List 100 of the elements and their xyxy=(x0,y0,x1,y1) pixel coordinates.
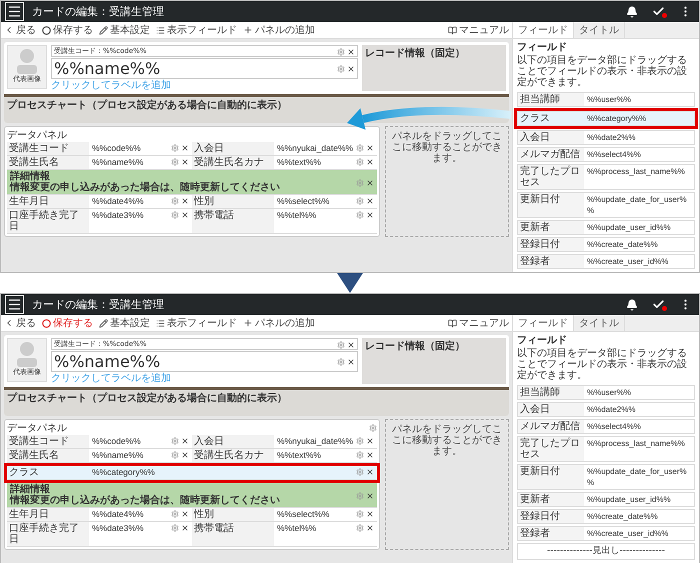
field-item-value: %%user%% xyxy=(586,94,632,106)
close-icon[interactable] xyxy=(181,524,189,532)
close-icon[interactable] xyxy=(181,451,189,459)
close-icon[interactable] xyxy=(181,437,189,445)
field-item[interactable]: 更新者 %%update_user_id%% xyxy=(517,492,695,507)
panel-title: データパネル xyxy=(7,422,68,434)
manual-link[interactable]: マニュアル xyxy=(448,24,509,36)
field-item[interactable]: 登録日付 %%create_date%% xyxy=(517,509,695,524)
close-icon[interactable] xyxy=(181,211,189,219)
field-item-value: %%update_user_id%% xyxy=(586,222,672,234)
field-item-value: %%user%% xyxy=(586,387,632,399)
close-icon[interactable] xyxy=(347,65,355,73)
field-item[interactable]: 完了したプロセス %%process_last_name%% xyxy=(517,164,695,190)
notification-dot xyxy=(662,306,667,311)
close-icon[interactable] xyxy=(181,510,189,518)
close-icon[interactable] xyxy=(366,524,374,532)
field-value: %%name%% xyxy=(89,449,192,462)
field-item-label: 入会日 xyxy=(518,131,584,144)
close-icon[interactable] xyxy=(181,197,189,205)
window-title: カードの編集：受講生管理 xyxy=(32,299,165,310)
sidebar-tab[interactable]: フィールド xyxy=(513,22,574,38)
field-item-label: 登録者 xyxy=(518,255,584,268)
sidebar-tab[interactable]: フィールド xyxy=(513,315,574,331)
fields-button[interactable]: 表示フィールド xyxy=(156,24,237,36)
field-value: %%code%% xyxy=(89,142,192,155)
field-item-value: %%create_user_id%% xyxy=(586,256,670,268)
close-icon[interactable] xyxy=(366,211,374,219)
close-icon[interactable] xyxy=(181,158,189,166)
field-item-label: 更新日付 xyxy=(518,465,584,489)
field-value: %%select%% xyxy=(274,195,377,208)
field-item-label: 完了したプロセス xyxy=(518,165,584,189)
field-value: %%code%% xyxy=(89,435,192,448)
field-label: 生年月日 xyxy=(7,195,89,208)
close-icon[interactable] xyxy=(366,197,374,205)
settings-button[interactable]: 基本設定 xyxy=(99,24,150,36)
settings-icon[interactable] xyxy=(369,424,377,432)
field-item-label: 登録日付 xyxy=(518,510,584,523)
fields-button[interactable]: 表示フィールド xyxy=(156,318,237,328)
heading-item[interactable]: --------------見出し-------------- xyxy=(517,543,695,560)
field-item-value: %%create_date%% xyxy=(586,239,659,251)
field-item[interactable]: メルマガ配信 %%select4%% xyxy=(517,147,695,162)
field-item[interactable]: メルマガ配信 %%select4%% xyxy=(517,419,695,434)
close-icon[interactable] xyxy=(366,178,374,186)
notification-dot xyxy=(662,13,667,18)
field-item[interactable]: 入会日 %%date2%% xyxy=(517,402,695,417)
field-item-value: %%update_user_id%% xyxy=(586,494,672,506)
circle-icon xyxy=(42,318,51,328)
field-value: %%date3%% xyxy=(89,522,192,546)
manual-link[interactable]: マニュアル xyxy=(448,318,509,328)
back-button[interactable]: 戻る xyxy=(4,24,36,36)
field-item[interactable]: 完了したプロセス %%process_last_name%% xyxy=(517,436,695,462)
plus-icon xyxy=(243,318,253,328)
name-field[interactable]: %%name%% xyxy=(51,351,358,372)
window-title: カードの編集：受講生管理 xyxy=(32,6,165,17)
field-value: %%text%% xyxy=(274,449,377,462)
name-field[interactable]: %%name%% xyxy=(51,58,358,79)
field-label: 受講生コード xyxy=(7,435,89,448)
field-item-value: %%update_date_for_user%% xyxy=(586,194,688,217)
close-icon[interactable] xyxy=(181,144,189,152)
field-item[interactable]: 更新者 %%update_user_id%% xyxy=(517,220,695,235)
person-icon xyxy=(16,48,38,74)
list-icon xyxy=(156,318,165,328)
field-item-label: 完了したプロセス xyxy=(518,437,584,461)
field-item[interactable]: クラス %%category%% xyxy=(517,111,695,126)
close-icon[interactable] xyxy=(366,451,374,459)
field-value: %%name%% xyxy=(89,156,192,169)
close-icon[interactable] xyxy=(366,144,374,152)
close-icon[interactable] xyxy=(366,158,374,166)
menu-icon[interactable] xyxy=(5,295,24,314)
close-icon[interactable] xyxy=(347,358,355,366)
close-icon[interactable] xyxy=(366,492,374,500)
field-item[interactable]: 登録者 %%create_user_id%% xyxy=(517,526,695,541)
field-item[interactable]: 担当講師 %%user%% xyxy=(517,385,695,400)
save-button[interactable]: 保存する xyxy=(42,318,93,328)
field-item-value: %%date2%% xyxy=(586,404,636,416)
field-item[interactable]: 更新日付 %%update_date_for_user%% xyxy=(517,464,695,490)
field-item[interactable]: 登録日付 %%create_date%% xyxy=(517,237,695,252)
field-item-value: %%date2%% xyxy=(586,132,636,144)
field-item[interactable]: 担当講師 %%user%% xyxy=(517,92,695,107)
field-label: 携帯電話 xyxy=(192,209,274,233)
field-item[interactable]: 登録者 %%create_user_id%% xyxy=(517,254,695,269)
menu-icon[interactable] xyxy=(5,2,24,21)
field-item[interactable]: 入会日 %%date2%% xyxy=(517,130,695,145)
add-button[interactable]: パネルの追加 xyxy=(243,24,315,36)
close-icon[interactable] xyxy=(366,468,374,476)
field-item-value: %%select4%% xyxy=(586,149,642,161)
down-arrow xyxy=(337,273,363,293)
process-chart-panel: プロセスチャート（プロセス設定がある場合に自動的に表示） xyxy=(4,387,509,416)
settings-button[interactable]: 基本設定 xyxy=(99,318,150,328)
add-button[interactable]: パネルの追加 xyxy=(243,318,315,328)
close-icon[interactable] xyxy=(347,48,355,56)
field-label: 性別 xyxy=(192,508,274,521)
field-item-value: %%select4%% xyxy=(586,421,642,433)
close-icon[interactable] xyxy=(366,437,374,445)
close-icon[interactable] xyxy=(347,340,355,348)
back-button[interactable]: 戻る xyxy=(4,318,36,328)
save-button[interactable]: 保存する xyxy=(42,24,93,36)
close-icon[interactable] xyxy=(366,510,374,518)
field-item[interactable]: 更新日付 %%update_date_for_user%% xyxy=(517,192,695,218)
field-label: 入会日 xyxy=(192,142,274,155)
